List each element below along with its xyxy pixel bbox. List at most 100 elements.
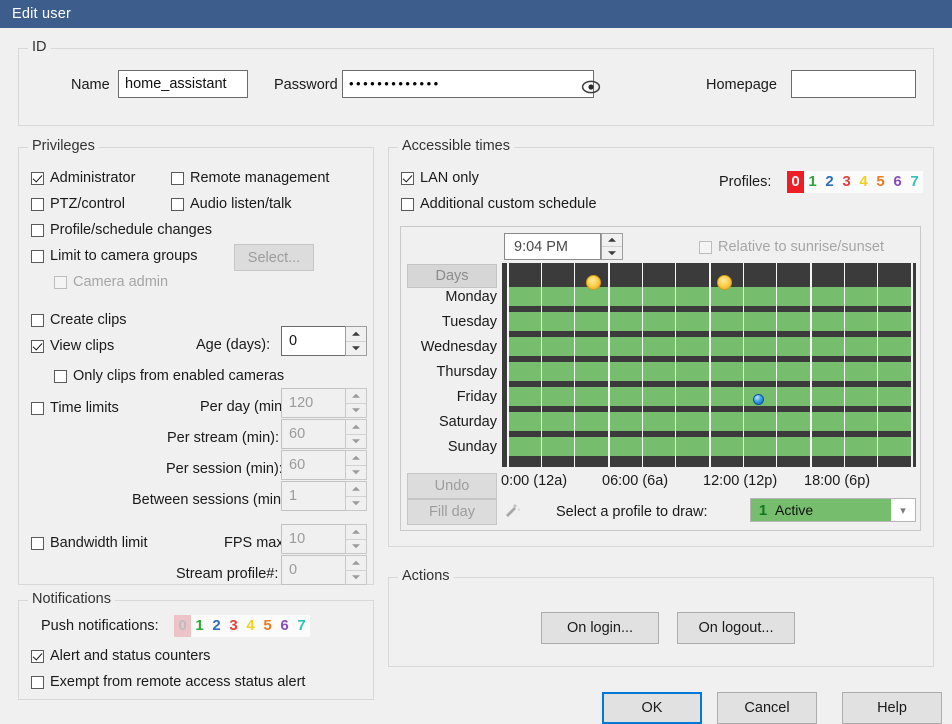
checkbox-remote-management[interactable]: Remote management (171, 170, 329, 186)
day-label-sunday[interactable]: Sunday (407, 439, 497, 455)
per-stream-spinner[interactable]: 60 (281, 419, 367, 449)
accessible-times-group-legend: Accessible times (398, 138, 514, 154)
ok-button[interactable]: OK (602, 692, 702, 724)
spinner-arrows[interactable] (345, 419, 367, 449)
checkbox-time-limits[interactable]: Time limits (31, 400, 119, 416)
spinner-up-icon[interactable] (346, 420, 366, 435)
digit-4[interactable]: 4 (855, 171, 872, 193)
chevron-down-icon[interactable]: ▾ (891, 504, 915, 517)
checkbox-profile-schedule-changes[interactable]: Profile/schedule changes (31, 222, 212, 238)
digit-1[interactable]: 1 (191, 615, 208, 637)
spinner-down-icon[interactable] (602, 247, 622, 259)
profiles-digits[interactable]: 01234567 (787, 171, 923, 193)
checkbox-bandwidth-limit[interactable]: Bandwidth limit (31, 535, 148, 551)
schedule-grid[interactable] (502, 263, 916, 467)
spinner-down-icon[interactable] (346, 497, 366, 511)
digit-5[interactable]: 5 (872, 171, 889, 193)
checkbox-create-clips[interactable]: Create clips (31, 312, 127, 328)
spinner-value: 1 (281, 481, 345, 511)
spinner-down-icon[interactable] (346, 435, 366, 449)
notifications-group: Notifications Push notifications: 012345… (18, 600, 374, 700)
digit-7[interactable]: 7 (293, 615, 310, 637)
grid-tick-14 (743, 263, 744, 467)
profile-swatch: 1 Active (751, 499, 891, 521)
spinner-up-icon[interactable] (346, 482, 366, 497)
digit-1[interactable]: 1 (804, 171, 821, 193)
digit-2[interactable]: 2 (208, 615, 225, 637)
eye-icon[interactable] (581, 77, 601, 97)
day-label-thursday[interactable]: Thursday (407, 364, 497, 380)
spinner-up-icon[interactable] (346, 389, 366, 404)
spinner-arrows[interactable] (345, 524, 367, 554)
digit-7[interactable]: 7 (906, 171, 923, 193)
checkbox-relative-to-sunrise-sunset[interactable]: Relative to sunrise/sunset (699, 239, 884, 255)
push-notifications-digits[interactable]: 01234567 (174, 615, 310, 637)
spinner-arrows[interactable] (345, 555, 367, 585)
day-label-monday[interactable]: Monday (407, 289, 497, 305)
undo-button[interactable]: Undo (407, 473, 497, 499)
fill-day-button[interactable]: Fill day (407, 499, 497, 525)
spinner-up-icon[interactable] (346, 525, 366, 540)
stream-profile-spinner[interactable]: 0 (281, 555, 367, 585)
password-input[interactable]: ••••••••••••• (342, 70, 594, 98)
digit-3[interactable]: 3 (225, 615, 242, 637)
age-days-spinner[interactable]: 0 (281, 326, 367, 356)
checkbox-audio-listen-talk[interactable]: Audio listen/talk (171, 196, 292, 212)
on-login-button[interactable]: On login... (541, 612, 659, 644)
spinner-down-icon[interactable] (346, 571, 366, 585)
magic-wand-icon[interactable] (503, 502, 521, 524)
per-session-spinner[interactable]: 60 (281, 450, 367, 480)
digit-2[interactable]: 2 (821, 171, 838, 193)
spinner-down-icon[interactable] (346, 540, 366, 554)
fps-max-spinner[interactable]: 10 (281, 524, 367, 554)
homepage-input[interactable] (791, 70, 916, 98)
spinner-up-icon[interactable] (602, 234, 622, 247)
id-group-legend: ID (28, 39, 51, 55)
days-header-button[interactable]: Days (407, 264, 497, 288)
digit-0[interactable]: 0 (174, 615, 191, 637)
day-label-saturday[interactable]: Saturday (407, 414, 497, 430)
checkbox-camera-admin[interactable]: Camera admin (54, 274, 168, 290)
spinner-arrows[interactable] (345, 481, 367, 511)
day-label-tuesday[interactable]: Tuesday (407, 314, 497, 330)
select-camera-groups-button[interactable]: Select... (234, 244, 314, 271)
spinner-down-icon[interactable] (346, 404, 366, 418)
spinner-arrows[interactable] (601, 233, 623, 260)
day-label-wednesday[interactable]: Wednesday (407, 339, 497, 355)
spinner-up-icon[interactable] (346, 327, 366, 342)
digit-6[interactable]: 6 (889, 171, 906, 193)
digit-0[interactable]: 0 (787, 171, 804, 193)
checkbox-alert-and-status-counters[interactable]: Alert and status counters (31, 648, 210, 664)
spinner-down-icon[interactable] (346, 342, 366, 356)
time-spinner[interactable] (601, 233, 623, 260)
checkbox-limit-to-camera-groups[interactable]: Limit to camera groups (31, 248, 197, 264)
digit-5[interactable]: 5 (259, 615, 276, 637)
between-sessions-spinner[interactable]: 1 (281, 481, 367, 511)
digit-3[interactable]: 3 (838, 171, 855, 193)
checkbox-administrator[interactable]: Administrator (31, 170, 135, 186)
on-logout-button[interactable]: On logout... (677, 612, 795, 644)
checkbox-only-clips-from-enabled-cameras[interactable]: Only clips from enabled cameras (54, 368, 284, 384)
per-day-spinner[interactable]: 120 (281, 388, 367, 418)
spinner-arrows[interactable] (345, 450, 367, 480)
digit-6[interactable]: 6 (276, 615, 293, 637)
checkbox-exempt-from-remote-access-status-alert[interactable]: Exempt from remote access status alert (31, 674, 305, 690)
name-input[interactable]: home_assistant (118, 70, 248, 98)
checkbox-box (31, 198, 44, 211)
edit-user-dialog: ID Name home_assistant Password ••••••••… (0, 28, 952, 712)
cancel-button[interactable]: Cancel (717, 692, 817, 724)
day-label-friday[interactable]: Friday (407, 389, 497, 405)
spinner-arrows[interactable] (345, 326, 367, 356)
checkbox-additional-custom-schedule[interactable]: Additional custom schedule (401, 196, 597, 212)
checkbox-ptz-control[interactable]: PTZ/control (31, 196, 125, 212)
digit-4[interactable]: 4 (242, 615, 259, 637)
checkbox-lan-only[interactable]: LAN only (401, 170, 479, 186)
spinner-up-icon[interactable] (346, 556, 366, 571)
spinner-arrows[interactable] (345, 388, 367, 418)
spinner-down-icon[interactable] (346, 466, 366, 480)
profile-to-draw-combobox[interactable]: 1 Active ▾ (750, 498, 916, 522)
grid-tick-24 (911, 263, 913, 467)
checkbox-view-clips[interactable]: View clips (31, 338, 114, 354)
help-button[interactable]: Help (842, 692, 942, 724)
spinner-up-icon[interactable] (346, 451, 366, 466)
